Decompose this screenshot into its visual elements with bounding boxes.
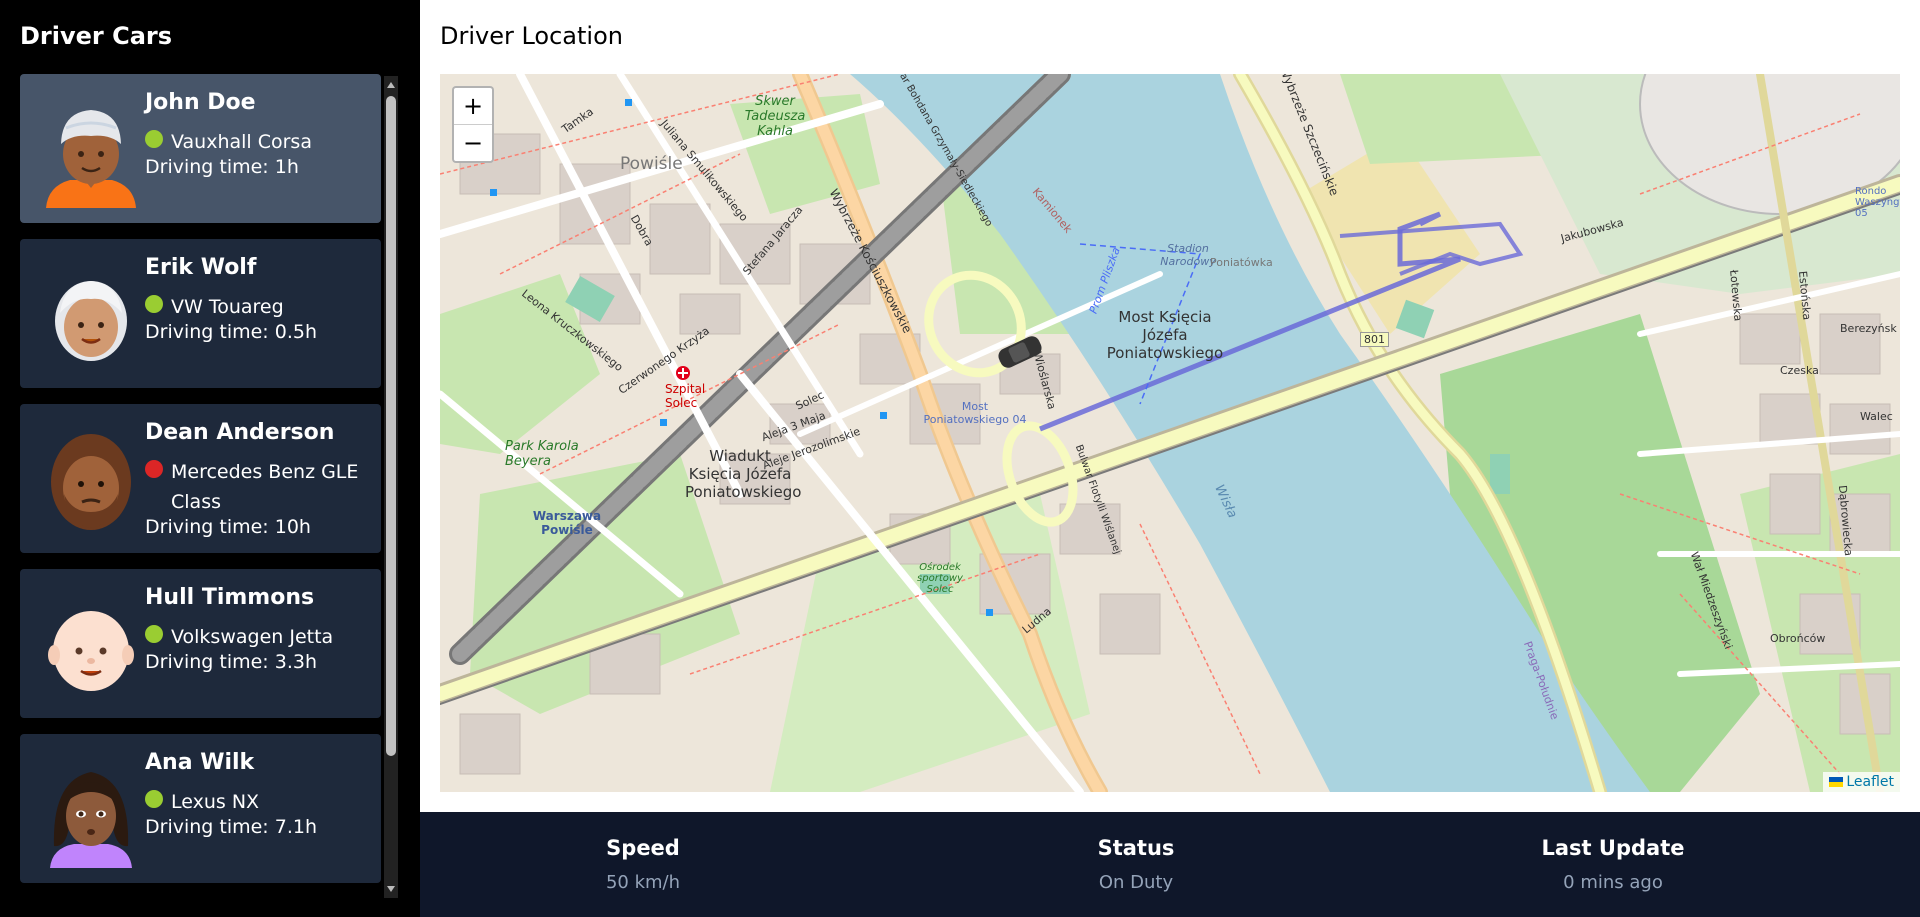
label-obroncow: Obrońców xyxy=(1770,632,1826,645)
label-most-poniatowskiego-04: Most Poniatowskiego 04 xyxy=(923,400,1027,426)
driver-name: Hull Timmons xyxy=(145,585,315,610)
map-attribution[interactable]: Leaflet xyxy=(1823,772,1900,792)
status-dot xyxy=(145,130,163,148)
status-dot xyxy=(145,625,163,643)
driver-name: John Doe xyxy=(145,90,256,115)
driver-name: Dean Anderson xyxy=(145,420,335,445)
label-warszawa-powisle: Warszawa Powiśle xyxy=(532,509,602,537)
stat-title: Speed xyxy=(606,836,680,860)
zoom-in-button[interactable]: + xyxy=(454,88,492,124)
stat-value: 0 mins ago xyxy=(1563,872,1663,893)
driving-time: Driving time: 3.3h xyxy=(145,651,318,673)
sidebar: Driver Cars John Doe Vauxhall Corsa Driv… xyxy=(0,0,420,917)
label-stadion: Stadion Narodowy xyxy=(1160,242,1216,268)
driver-card-ana-wilk[interactable]: Ana Wilk Lexus NX Driving time: 7.1h xyxy=(20,734,381,883)
driver-car: Lexus NX xyxy=(171,791,260,813)
status-dot xyxy=(145,790,163,808)
attribution-link[interactable]: Leaflet xyxy=(1846,774,1894,790)
avatar xyxy=(50,772,132,868)
label-route-801: 801 xyxy=(1360,332,1389,347)
stats-bar: Speed 50 km/h Status On Duty Last Update… xyxy=(420,812,1920,917)
label-skwer: Skwer Tadeusza Kahla xyxy=(744,94,806,139)
zoom-control: + − xyxy=(452,86,494,163)
driver-name: Erik Wolf xyxy=(145,255,257,280)
driving-time: Driving time: 7.1h xyxy=(145,816,318,838)
label-walecznych: Walec xyxy=(1860,410,1893,423)
label-powisle: Powiśle xyxy=(620,154,683,174)
driver-name: Ana Wilk xyxy=(145,750,255,775)
driver-car: Vauxhall Corsa xyxy=(171,131,312,153)
driving-time: Driving time: 1h xyxy=(145,156,299,178)
sidebar-title: Driver Cars xyxy=(20,22,173,50)
label-park: Park Karola Beyera xyxy=(505,439,579,469)
stat-title: Last Update xyxy=(1541,836,1685,860)
label-szpital: Szpital Solec xyxy=(665,382,706,410)
stat-speed: Speed 50 km/h xyxy=(493,836,793,893)
status-dot xyxy=(145,460,163,478)
label-berezynska: Berezyńsk xyxy=(1840,322,1897,335)
stat-title: Status xyxy=(1097,836,1175,860)
driving-time: Driving time: 10h xyxy=(145,516,311,538)
driver-card-hull-timmons[interactable]: Hull Timmons Volkswagen Jetta Driving ti… xyxy=(20,569,381,718)
label-osrodek: Ośrodek sportowy Solec xyxy=(917,562,963,595)
map-tiles xyxy=(440,74,1900,792)
label-rondo: Rondo Waszyngtona 05 xyxy=(1855,186,1900,219)
driver-car: VW Touareg xyxy=(171,296,284,318)
driver-card-john-doe[interactable]: John Doe Vauxhall Corsa Driving time: 1h xyxy=(20,74,381,223)
driving-time: Driving time: 0.5h xyxy=(145,321,318,343)
stat-value: 50 km/h xyxy=(605,872,681,893)
ukraine-flag-icon xyxy=(1829,777,1844,787)
main-panel: Driver Location Powiśle Skwer Tadeusza K… xyxy=(420,0,1920,812)
status-dot xyxy=(145,295,163,313)
stat-last-update: Last Update 0 mins ago xyxy=(1463,836,1763,893)
stat-value: On Duty xyxy=(1098,872,1174,893)
map[interactable]: Powiśle Skwer Tadeusza Kahla Most Księci… xyxy=(440,74,1900,792)
driver-car: Mercedes Benz GLE Class xyxy=(171,461,359,513)
avatar xyxy=(51,434,131,530)
page-title: Driver Location xyxy=(440,22,623,50)
zoom-out-button[interactable]: − xyxy=(454,124,492,161)
driver-card-erik-wolf[interactable]: Erik Wolf VW Touareg Driving time: 0.5h xyxy=(20,239,381,388)
avatar xyxy=(55,281,127,361)
driver-list: John Doe Vauxhall Corsa Driving time: 1h… xyxy=(20,74,381,899)
driver-card-dean-anderson[interactable]: Dean Anderson Mercedes Benz GLE Class Dr… xyxy=(20,404,381,553)
scrollbar-thumb xyxy=(386,96,396,756)
label-czeska: Czeska xyxy=(1780,364,1819,377)
label-poniatowka: Poniatówka xyxy=(1210,256,1273,269)
scrollbar[interactable] xyxy=(384,76,398,898)
avatar xyxy=(48,611,134,691)
driver-car: Volkswagen Jetta xyxy=(171,626,334,648)
stat-status: Status On Duty xyxy=(986,836,1286,893)
avatar xyxy=(46,110,136,208)
label-most-ksiecia: Most Księcia Józefa Poniatowskiego xyxy=(1106,308,1224,362)
